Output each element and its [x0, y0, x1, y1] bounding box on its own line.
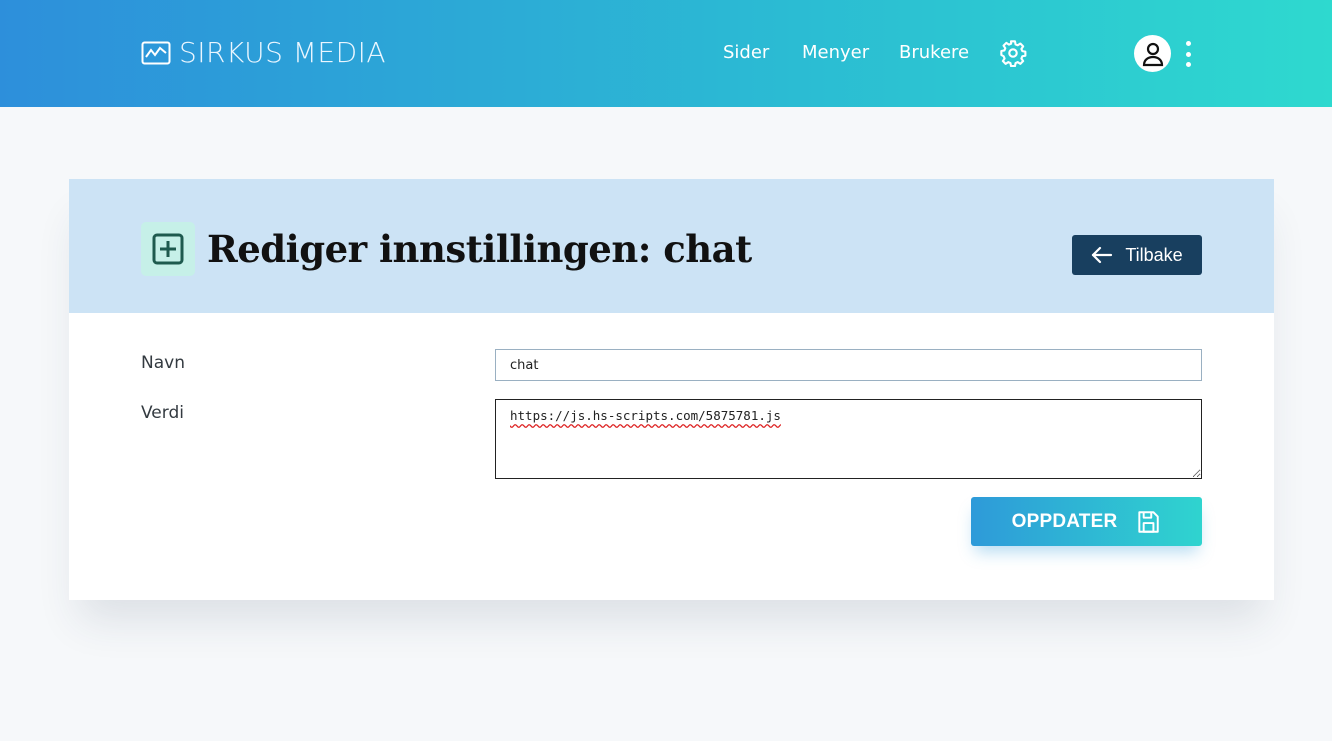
update-button-label: OPPDATER — [1011, 510, 1118, 532]
brand-logo[interactable]: SIRKUS MEDIA — [141, 36, 386, 70]
value-textarea[interactable]: https://js.hs-scripts.com/5875781.js — [495, 399, 1202, 479]
page-title: Rediger innstillingen: chat — [207, 227, 752, 271]
user-avatar-icon — [1142, 42, 1163, 66]
brand-name: SIRKUS MEDIA — [179, 36, 387, 69]
settings-edit-card: Rediger innstillingen: chat Tilbake Navn… — [69, 179, 1274, 600]
card-header: Rediger innstillingen: chat Tilbake — [69, 179, 1274, 313]
nav-link-sider[interactable]: Sider — [723, 43, 769, 63]
name-label: Navn — [141, 353, 185, 373]
name-input[interactable] — [495, 349, 1202, 381]
value-label: Verdi — [141, 403, 184, 423]
back-button-label: Tilbake — [1125, 244, 1183, 265]
activity-chart-icon — [141, 41, 171, 65]
top-navigation-bar: SIRKUS MEDIA Sider Menyer Brukere — [0, 0, 1332, 107]
arrow-left-icon — [1092, 246, 1113, 264]
back-button[interactable]: Tilbake — [1072, 235, 1202, 275]
nav-link-menyer[interactable]: Menyer — [802, 43, 869, 63]
user-avatar-button[interactable] — [1134, 35, 1171, 72]
title-icon-badge — [141, 222, 195, 276]
update-button[interactable]: OPPDATER — [971, 497, 1202, 546]
nav-link-brukere[interactable]: Brukere — [899, 43, 969, 63]
kebab-menu-icon[interactable] — [1182, 41, 1194, 67]
plus-square-icon — [152, 233, 184, 265]
save-icon — [1138, 510, 1160, 533]
gear-icon[interactable] — [999, 39, 1027, 67]
